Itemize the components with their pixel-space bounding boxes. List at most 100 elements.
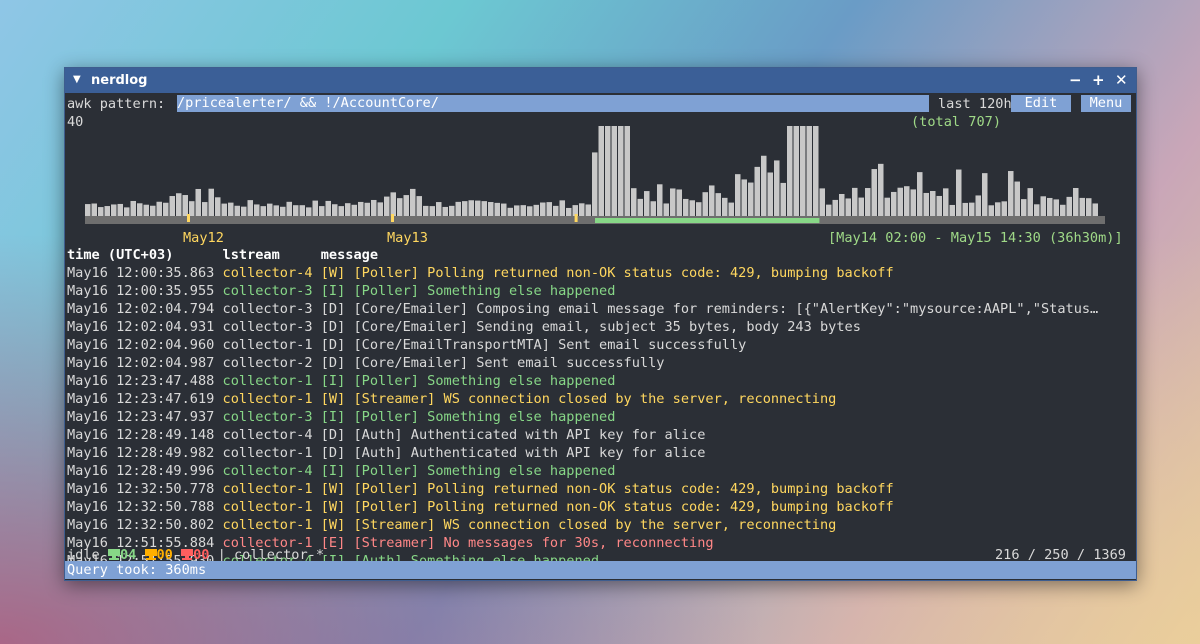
day-marker xyxy=(574,214,578,222)
histogram-bar xyxy=(878,163,884,216)
histogram-bar xyxy=(670,188,676,216)
histogram-bar xyxy=(520,205,526,216)
histogram-bar xyxy=(137,203,143,216)
maximize-icon[interactable]: + xyxy=(1092,71,1105,89)
histogram-bar xyxy=(1021,199,1027,216)
log-lstream: collector-4 xyxy=(222,265,313,281)
histogram-bar xyxy=(1092,203,1098,216)
histogram-bar xyxy=(176,193,182,216)
log-message: [Core/Emailer] Sending email, subject 35… xyxy=(353,319,861,335)
histogram-bar xyxy=(696,202,702,216)
log-level: [E] xyxy=(320,535,346,551)
log-row[interactable]: May16 12:00:35.955 collector-3 [I] [Poll… xyxy=(67,282,1133,300)
histogram-bar xyxy=(1086,198,1092,216)
histogram-bar xyxy=(865,188,871,216)
histogram-bar xyxy=(442,206,448,216)
log-row[interactable]: May16 12:23:47.937 collector-3 [I] [Poll… xyxy=(67,408,1133,426)
histogram-bar xyxy=(111,204,117,216)
histogram-bar xyxy=(143,204,149,216)
histogram-bar xyxy=(988,205,994,216)
histogram-bar xyxy=(273,205,279,216)
minimize-icon[interactable]: − xyxy=(1069,71,1082,89)
day-marker xyxy=(187,214,190,222)
awk-pattern-input[interactable] xyxy=(177,95,929,112)
histogram-bar xyxy=(475,200,481,216)
log-row[interactable]: May16 12:02:04.794 collector-3 [D] [Core… xyxy=(67,300,1133,318)
histogram-bar xyxy=(1027,188,1033,216)
histogram-bar xyxy=(364,202,370,216)
histogram-bar xyxy=(1053,199,1059,216)
log-level: [D] xyxy=(320,355,346,371)
column-lstream: lstream xyxy=(222,247,280,263)
edit-button[interactable]: Edit xyxy=(1011,95,1071,112)
window-menu-icon[interactable]: ▼ xyxy=(73,74,81,85)
log-list[interactable]: May16 12:00:35.863 collector-4 [W] [Poll… xyxy=(67,264,1133,570)
histogram-bar xyxy=(247,200,253,216)
histogram-bar xyxy=(741,179,747,216)
histogram-bar xyxy=(1008,171,1014,216)
histogram-bar xyxy=(910,189,916,216)
histogram-bar xyxy=(709,185,715,216)
histogram-bar xyxy=(319,206,325,216)
log-row[interactable]: May16 12:32:50.802 collector-1 [W] [Stre… xyxy=(67,516,1133,534)
log-row[interactable]: May16 12:32:50.778 collector-1 [W] [Poll… xyxy=(67,480,1133,498)
log-row[interactable]: May16 12:23:47.619 collector-1 [W] [Stre… xyxy=(67,390,1133,408)
histogram-bar xyxy=(566,207,572,216)
histogram-bar xyxy=(293,205,299,216)
histogram-bar xyxy=(208,188,214,216)
histogram-bar xyxy=(1066,196,1072,216)
histogram-bar xyxy=(117,203,123,216)
menu-button[interactable]: Menu xyxy=(1081,95,1131,112)
histogram-bar xyxy=(130,200,136,216)
log-time: May16 12:28:49.982 xyxy=(67,445,215,461)
window-title: nerdlog xyxy=(91,73,148,88)
histogram-bar xyxy=(559,200,565,216)
histogram-bar xyxy=(124,207,130,216)
terminal-window: ▼ nerdlog − + ✕ awk pattern: last 120h E… xyxy=(64,67,1137,581)
host-ok-icon xyxy=(107,549,120,560)
histogram-bar xyxy=(533,204,539,216)
histogram-bar xyxy=(449,205,455,216)
log-row[interactable]: May16 12:02:04.987 collector-2 [D] [Core… xyxy=(67,354,1133,372)
histogram-bar xyxy=(104,206,110,216)
log-level: [I] xyxy=(320,373,346,389)
log-row[interactable]: May16 12:02:04.960 collector-1 [D] [Core… xyxy=(67,336,1133,354)
log-message: [Poller] Something else happened xyxy=(353,409,616,425)
timeline-histogram[interactable] xyxy=(65,113,1136,233)
histogram-bar xyxy=(507,207,513,216)
query-time: Query took: 360ms xyxy=(67,562,207,578)
histogram-bar xyxy=(546,202,552,216)
histogram-bar xyxy=(806,126,812,216)
histogram-bar xyxy=(631,188,637,216)
histogram-bar xyxy=(618,126,624,216)
histogram-bar xyxy=(429,206,435,216)
log-lstream: collector-1 xyxy=(222,481,313,497)
histogram-bar xyxy=(436,202,442,216)
histogram-bar xyxy=(390,192,396,216)
terminal-content: awk pattern: last 120h Edit Menu 40 (tot… xyxy=(65,93,1136,580)
histogram-bar xyxy=(923,192,929,216)
close-icon[interactable]: ✕ xyxy=(1115,71,1128,89)
log-row[interactable]: May16 12:32:50.788 collector-1 [W] [Poll… xyxy=(67,498,1133,516)
histogram-bar xyxy=(260,206,266,216)
log-row[interactable]: May16 12:28:49.982 collector-1 [D] [Auth… xyxy=(67,444,1133,462)
histogram-bar xyxy=(384,196,390,216)
histogram-bar xyxy=(800,126,806,216)
histogram-bar xyxy=(663,203,669,216)
histogram-bar xyxy=(286,201,292,216)
log-row[interactable]: May16 12:00:35.863 collector-4 [W] [Poll… xyxy=(67,264,1133,282)
histogram-bar xyxy=(624,126,630,216)
histogram-bar xyxy=(936,195,942,216)
log-message: [Poller] Polling returned non-OK status … xyxy=(353,481,894,497)
log-row[interactable]: May16 12:28:49.996 collector-4 [I] [Poll… xyxy=(67,462,1133,480)
log-row[interactable]: May16 12:23:47.488 collector-1 [I] [Poll… xyxy=(67,372,1133,390)
histogram-bar xyxy=(403,195,409,216)
histogram-bar xyxy=(839,193,845,216)
log-message: [Core/Emailer] Composing email message f… xyxy=(353,301,1099,317)
histogram-bar xyxy=(416,196,422,216)
histogram-bar xyxy=(767,172,773,216)
log-row[interactable]: May16 12:02:04.931 collector-3 [D] [Core… xyxy=(67,318,1133,336)
log-row[interactable]: May16 12:28:49.148 collector-4 [D] [Auth… xyxy=(67,426,1133,444)
histogram-bar xyxy=(793,126,799,216)
log-lstream: collector-1 xyxy=(222,517,313,533)
